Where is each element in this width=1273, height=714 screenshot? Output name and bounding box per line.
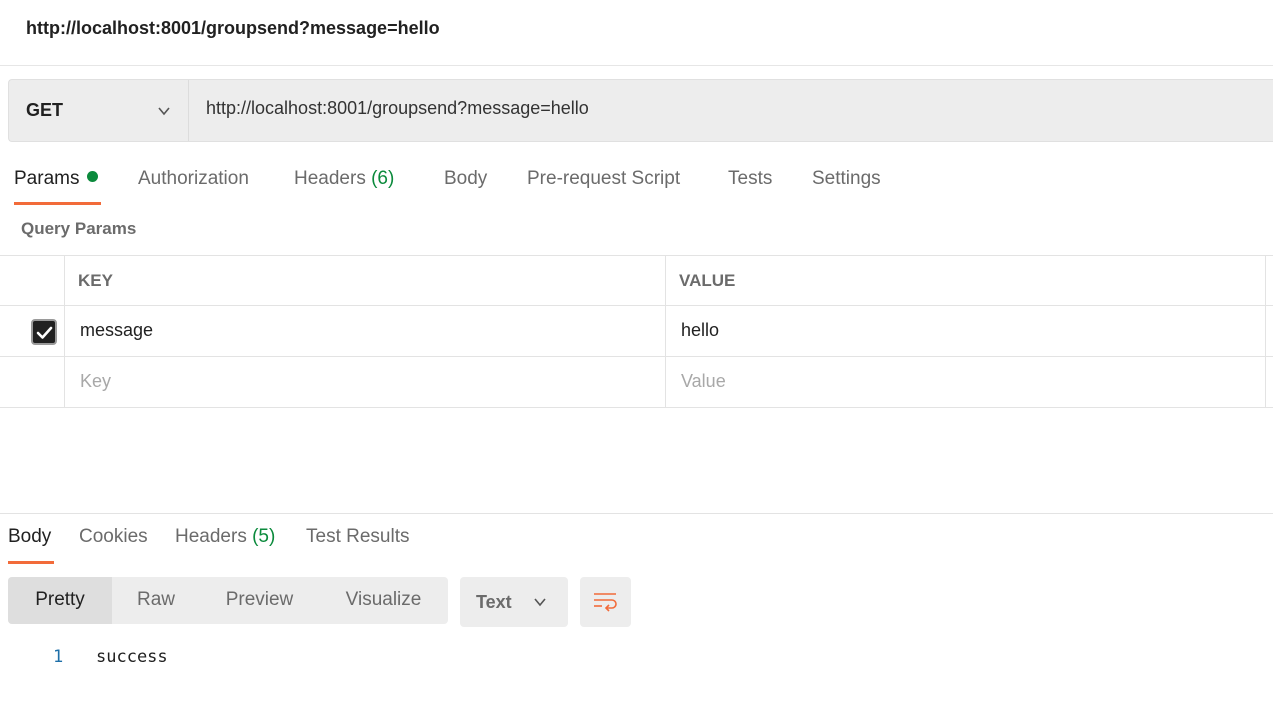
tab-cookies-label: Cookies bbox=[79, 526, 148, 547]
tab-response-body-label: Body bbox=[8, 526, 52, 547]
response-body-text: success bbox=[96, 647, 168, 667]
view-visualize-button[interactable]: Visualize bbox=[319, 577, 448, 624]
empty-check-cell bbox=[0, 357, 65, 407]
param-value-cell[interactable]: hello bbox=[666, 306, 1266, 356]
key-column-header: KEY bbox=[78, 271, 113, 290]
tab-response-headers[interactable]: Headers (5) bbox=[175, 526, 275, 548]
tab-settings[interactable]: Settings bbox=[812, 168, 881, 190]
view-raw-button[interactable]: Raw bbox=[112, 577, 200, 624]
row-check-cell bbox=[0, 306, 65, 356]
format-select[interactable]: Text bbox=[460, 577, 568, 627]
param-key: message bbox=[80, 320, 154, 340]
response-body-editor[interactable]: 1 success bbox=[0, 644, 1273, 674]
wrap-lines-button[interactable] bbox=[580, 577, 631, 627]
tab-test-results[interactable]: Test Results bbox=[306, 526, 409, 548]
view-pretty-button[interactable]: Pretty bbox=[8, 577, 112, 624]
tab-test-results-label: Test Results bbox=[306, 526, 410, 547]
active-tab-indicator bbox=[14, 202, 101, 205]
response-divider[interactable] bbox=[0, 513, 1273, 514]
url-bar: GET bbox=[8, 79, 1273, 142]
value-placeholder: Value bbox=[681, 371, 726, 391]
table-row: message hello bbox=[0, 306, 1273, 357]
url-input[interactable] bbox=[206, 98, 1206, 119]
query-params-label: Query Params bbox=[21, 219, 137, 238]
key-placeholder: Key bbox=[80, 371, 112, 391]
tab-response-headers-count: (5) bbox=[252, 526, 276, 547]
tab-settings-label: Settings bbox=[812, 168, 881, 189]
view-preview-button[interactable]: Preview bbox=[200, 577, 319, 624]
tab-authorization[interactable]: Authorization bbox=[138, 168, 249, 190]
tab-body-label: Body bbox=[444, 168, 488, 189]
request-tabs: Params Authorization Headers (6) Body Pr… bbox=[0, 160, 1273, 206]
chevron-down-icon bbox=[534, 598, 546, 607]
line-number: 1 bbox=[53, 647, 64, 667]
request-title-bar: http://localhost:8001/groupsend?message=… bbox=[0, 0, 1273, 66]
method-select[interactable]: GET bbox=[9, 80, 189, 141]
tab-cookies[interactable]: Cookies bbox=[79, 526, 148, 548]
header-value-cell: VALUE bbox=[666, 256, 1266, 305]
tab-body[interactable]: Body bbox=[444, 168, 487, 190]
query-params-table: KEY VALUE message hello Key Value bbox=[0, 255, 1273, 408]
tab-pre-request-script-label: Pre-request Script bbox=[527, 168, 681, 189]
table-row-empty: Key Value bbox=[0, 357, 1273, 408]
tab-headers[interactable]: Headers (6) bbox=[294, 168, 394, 190]
tab-tests-label: Tests bbox=[728, 168, 773, 189]
tab-tests[interactable]: Tests bbox=[728, 168, 772, 190]
check-icon bbox=[36, 326, 53, 339]
tab-authorization-label: Authorization bbox=[138, 168, 249, 189]
tab-response-headers-label: Headers bbox=[175, 526, 247, 547]
tab-headers-label: Headers bbox=[294, 168, 366, 189]
active-response-tab-indicator bbox=[8, 561, 54, 564]
header-check-cell bbox=[0, 256, 65, 305]
tab-headers-count: (6) bbox=[371, 168, 395, 189]
header-key-cell: KEY bbox=[65, 256, 666, 305]
new-key-field[interactable]: Key bbox=[65, 357, 666, 407]
format-label: Text bbox=[476, 592, 512, 612]
wrap-lines-icon bbox=[594, 593, 617, 612]
tab-params[interactable]: Params bbox=[14, 168, 99, 190]
method-label: GET bbox=[26, 100, 64, 120]
param-enabled-checkbox[interactable] bbox=[31, 319, 57, 345]
param-key-cell[interactable]: message bbox=[65, 306, 666, 356]
param-value: hello bbox=[681, 320, 720, 340]
params-active-dot bbox=[87, 171, 99, 182]
new-value-field[interactable]: Value bbox=[666, 357, 1266, 407]
view-mode-group: Pretty Raw Preview Visualize bbox=[8, 577, 448, 624]
request-title[interactable]: http://localhost:8001/groupsend?message=… bbox=[26, 18, 440, 39]
response-tabs: Body Cookies Headers (5) Test Results bbox=[0, 518, 1273, 564]
tab-pre-request-script[interactable]: Pre-request Script bbox=[527, 168, 680, 190]
value-column-header: VALUE bbox=[679, 271, 736, 290]
tab-response-body[interactable]: Body bbox=[8, 526, 51, 548]
tab-params-label: Params bbox=[14, 168, 80, 189]
chevron-down-icon bbox=[158, 107, 170, 116]
table-header-row: KEY VALUE bbox=[0, 255, 1273, 306]
